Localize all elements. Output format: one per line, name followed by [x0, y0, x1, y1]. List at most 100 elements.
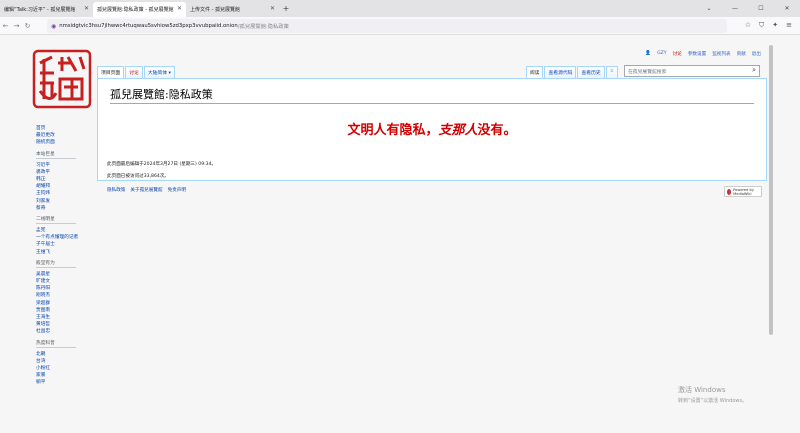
- sidebar-item[interactable]: 裘政平: [36, 169, 96, 176]
- tab-bar: 编辑“Talk:习近平” - 孤兒展覽館 ✕ 孤兒展覽館:隐私政策 - 孤兒展覽館…: [0, 0, 800, 17]
- sidebar-item[interactable]: 习近平: [36, 162, 96, 169]
- browser-tab-1[interactable]: 编辑“Talk:习近平” - 孤兒展覽館 ✕: [0, 2, 93, 17]
- sidebar-heading: 本站巨星: [36, 151, 76, 159]
- watermark-line-1: 激活 Windows: [678, 386, 726, 394]
- sidebar-item[interactable]: 王海生: [36, 314, 96, 321]
- search-input[interactable]: 在孤兒展覽館搜索 ⌕: [624, 65, 760, 77]
- contributions-link[interactable]: 贡献: [737, 51, 746, 57]
- chevron-down-icon: ▾: [168, 71, 171, 76]
- tab-list-icon[interactable]: ⌄: [696, 5, 722, 12]
- footer-last-edit: 此页面最后编辑于2024年3月27日 (星期三) 09:34。: [107, 162, 217, 167]
- sidebar-item[interactable]: 旷建文: [36, 278, 96, 285]
- close-window-icon[interactable]: ✕: [774, 5, 800, 12]
- sidebar-item[interactable]: 吴晨星: [36, 271, 96, 278]
- powered-label: Powered by MediaWiki: [733, 187, 754, 196]
- close-icon[interactable]: ✕: [177, 5, 182, 12]
- sidebar-item[interactable]: 北朝: [36, 351, 96, 358]
- browser-tab-3[interactable]: 上传文件 - 孤兒展覽館 ✕: [186, 2, 279, 17]
- logout-link[interactable]: 退出: [752, 51, 761, 57]
- sidebar-item[interactable]: 黄培哲: [36, 321, 96, 328]
- windows-activation-watermark: 激活 Windows 转到“设置”以激活 Windows。: [678, 385, 747, 404]
- menu-icon[interactable]: ≡: [786, 21, 792, 30]
- sidebar: 首页 最近更改 随机页面 本站巨星 习近平 裘政平 韩正 胡耀邦 王钧炜 刘家发…: [36, 125, 96, 391]
- site-logo[interactable]: [32, 49, 92, 109]
- nav-bar: ← → ↻ ◉ nmsidgtvic3hsu7jlhwwc4rtuqwau5sv…: [0, 17, 800, 35]
- sidebar-item[interactable]: 子午居士: [36, 241, 96, 248]
- tab-history[interactable]: 查看历史: [577, 66, 605, 78]
- sidebar-item[interactable]: 梁超群: [36, 300, 96, 307]
- sidebar-item[interactable]: 孟宪: [36, 227, 96, 234]
- shield-icon[interactable]: ⛉: [759, 21, 764, 30]
- extensions-icon[interactable]: ✦: [772, 21, 778, 30]
- variant-dropdown[interactable]: 大陆简体 ▾: [143, 66, 175, 78]
- footer-link-privacy[interactable]: 隐私政策: [107, 187, 125, 193]
- footer-views: 此页面已被访问过33,864次。: [107, 174, 170, 179]
- sidebar-item[interactable]: 蔡奇: [36, 205, 96, 212]
- sidebar-item[interactable]: 小粉红: [36, 365, 96, 372]
- sidebar-heading: 热度科普: [36, 340, 76, 348]
- watch-star-icon[interactable]: ☆: [605, 66, 618, 78]
- sidebar-heading: 二线明星: [36, 216, 76, 225]
- vertical-scrollbar[interactable]: [768, 35, 800, 433]
- sidebar-item[interactable]: 韩正: [36, 176, 96, 183]
- sidebar-item-recent[interactable]: 最近更改: [36, 132, 96, 139]
- namespace-tabs: 项目页面 讨论 大陆简体 ▾: [97, 66, 176, 78]
- tab-view-source[interactable]: 查看源代码: [544, 66, 577, 78]
- window-controls: ⌄ — ☐ ✕: [696, 0, 800, 17]
- url-host: nmsidgtvic3hsu7jlhwwc4rtuqwau5svhiow5zd3…: [59, 23, 238, 29]
- user-link[interactable]: GZY: [657, 51, 667, 57]
- close-icon[interactable]: ✕: [84, 5, 89, 12]
- reload-icon[interactable]: ↻: [22, 22, 33, 30]
- headline-part-3: 没有。: [477, 123, 517, 138]
- sidebar-item-random[interactable]: 随机页面: [36, 139, 96, 146]
- sidebar-heading: 殿堂有为: [36, 260, 76, 268]
- sidebar-item[interactable]: 胡耀邦: [36, 183, 96, 190]
- sidebar-item[interactable]: 贾图南: [36, 307, 96, 314]
- talk-link[interactable]: 讨论: [673, 51, 682, 57]
- minimize-icon[interactable]: —: [722, 5, 748, 12]
- sidebar-item[interactable]: 家暴: [36, 372, 96, 379]
- sidebar-item[interactable]: 王维飞: [36, 249, 96, 256]
- close-icon[interactable]: ✕: [270, 5, 275, 12]
- sidebar-item[interactable]: 台湾: [36, 358, 96, 365]
- title-divider: [110, 103, 754, 104]
- sidebar-item[interactable]: 刚晓杰: [36, 292, 96, 299]
- watchlist-link[interactable]: 监视列表: [712, 51, 730, 57]
- tab-talk[interactable]: 讨论: [125, 66, 143, 78]
- headline: 文明人有隐私，支那人没有。: [98, 119, 766, 138]
- toolbar-icons: ☆ ⛉ ✦ ≡: [745, 21, 792, 30]
- tab-read[interactable]: 阅读: [525, 66, 544, 78]
- powered-by-mediawiki-badge[interactable]: Powered by MediaWiki: [724, 186, 762, 197]
- sidebar-section: 本站巨星 习近平 裘政平 韩正 胡耀邦 王钧炜 刘家发 蔡奇: [36, 151, 96, 212]
- footer-link-about[interactable]: 关于孤兒展覽館: [130, 187, 162, 193]
- sidebar-section: 二线明星 孟宪 一个有点懂理的记者 子午居士 王维飞: [36, 216, 96, 256]
- sidebar-item[interactable]: 杜昌忠: [36, 328, 96, 335]
- tab-project-page[interactable]: 项目页面: [97, 66, 125, 78]
- sidebar-item[interactable]: 刘家发: [36, 198, 96, 205]
- variant-label: 大陆简体: [147, 71, 168, 76]
- mediawiki-icon: [727, 188, 732, 195]
- user-icon: 👤: [645, 51, 652, 56]
- sidebar-item[interactable]: 王钧炜: [36, 190, 96, 197]
- wiki-page: 👤 GZY 讨论 参数设置 监视列表 贡献 退出 项目页面 讨论 大陆简体 ▾ …: [0, 35, 768, 433]
- sidebar-item[interactable]: 躺平: [36, 379, 96, 386]
- preferences-link[interactable]: 参数设置: [688, 51, 706, 57]
- bookmark-star-icon[interactable]: ☆: [745, 21, 751, 30]
- footer-link-disclaimer[interactable]: 免责声明: [168, 187, 186, 193]
- headline-part-2: 支那人: [438, 123, 478, 138]
- sidebar-item-home[interactable]: 首页: [36, 125, 96, 132]
- maximize-icon[interactable]: ☐: [748, 5, 774, 12]
- browser-tab-2[interactable]: 孤兒展覽館:隐私政策 - 孤兒展覽館 ✕: [93, 2, 186, 17]
- address-bar[interactable]: ◉ nmsidgtvic3hsu7jlhwwc4rtuqwau5svhiow5z…: [47, 19, 727, 33]
- sidebar-item[interactable]: 一个有点懂理的记者: [36, 234, 96, 241]
- watermark-line-2: 转到“设置”以激活 Windows。: [678, 398, 748, 404]
- back-icon[interactable]: ←: [0, 22, 11, 30]
- url-path: /孤兒展覽館:隐私政策: [237, 24, 289, 30]
- scrollbar-thumb[interactable]: [769, 45, 773, 335]
- headline-part-1: 文明人有隐私，: [347, 123, 439, 138]
- sidebar-item[interactable]: 陈丹阳: [36, 285, 96, 292]
- forward-icon[interactable]: →: [11, 22, 22, 30]
- search-placeholder: 在孤兒展覽館搜索: [628, 70, 667, 75]
- new-tab-button[interactable]: +: [279, 4, 293, 13]
- search-icon[interactable]: ⌕: [752, 66, 756, 75]
